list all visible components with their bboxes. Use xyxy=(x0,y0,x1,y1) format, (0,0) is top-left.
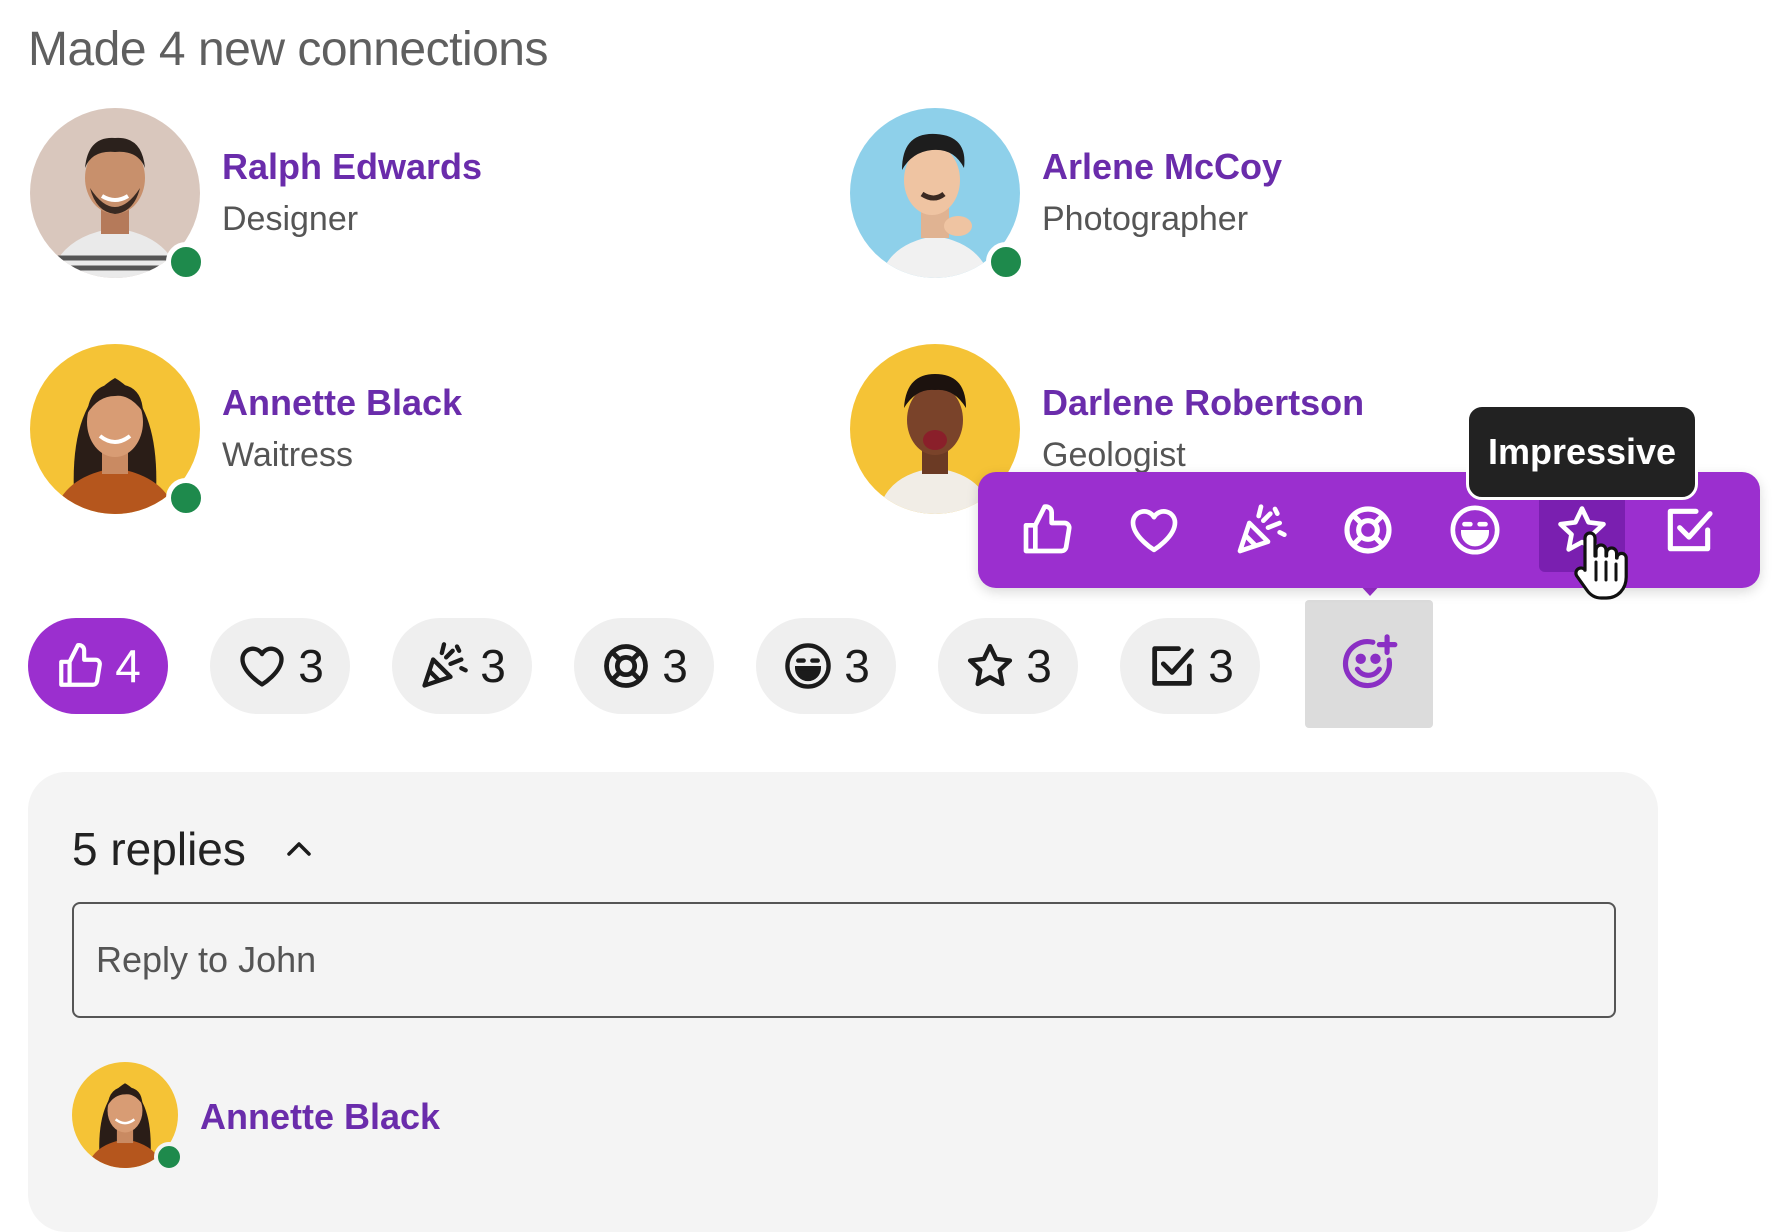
reaction-count: 3 xyxy=(662,640,688,692)
pick-checkbox[interactable] xyxy=(1646,488,1732,572)
avatar[interactable] xyxy=(30,108,206,282)
hand-cursor-icon xyxy=(1574,531,1628,600)
grinning-face-icon xyxy=(1450,505,1500,555)
online-status-dot xyxy=(166,478,206,518)
pick-lifebuoy[interactable] xyxy=(1325,488,1411,572)
connection-name[interactable]: Arlene McCoy xyxy=(1042,146,1282,188)
lifebuoy-icon xyxy=(1344,506,1392,554)
pick-grinning-face[interactable] xyxy=(1432,488,1518,572)
pick-heart[interactable] xyxy=(1111,488,1197,572)
connection-role: Designer xyxy=(222,200,359,238)
replies-panel: 5 replies Annette Black xyxy=(28,772,1658,1232)
replies-count-label: 5 replies xyxy=(72,823,246,875)
connection-role: Photographer xyxy=(1042,200,1249,238)
chevron-up-icon xyxy=(287,842,311,856)
connection-role: Waitress xyxy=(222,436,353,474)
reaction-chip-checkbox[interactable]: 3 xyxy=(1120,618,1260,714)
heart-icon xyxy=(1130,509,1178,553)
reaction-chip-grinning-face[interactable]: 3 xyxy=(756,618,896,714)
grinning-face-icon xyxy=(785,643,831,689)
reaction-count: 3 xyxy=(1026,640,1052,692)
reaction-chip-party-popper[interactable]: 3 xyxy=(392,618,532,714)
thumbs-up-icon xyxy=(1023,504,1072,554)
connection-card[interactable]: Ralph Edwards Designer xyxy=(30,108,630,282)
reaction-count: 4 xyxy=(115,640,141,692)
thumbs-up-icon xyxy=(59,643,103,687)
reaction-count: 3 xyxy=(480,640,506,692)
party-popper-icon xyxy=(1237,504,1287,554)
replies-toggle[interactable]: 5 replies xyxy=(72,822,314,876)
section-heading: Made 4 new connections xyxy=(28,23,549,76)
avatar[interactable] xyxy=(30,344,206,518)
pick-party-popper[interactable] xyxy=(1218,488,1304,572)
checkbox-icon xyxy=(1152,646,1195,686)
party-popper-icon xyxy=(422,642,469,688)
reaction-chip-thumbs-up[interactable]: 4 xyxy=(28,618,168,714)
reaction-count: 3 xyxy=(844,640,870,692)
reply-input[interactable] xyxy=(72,902,1616,1018)
connection-role: Geologist xyxy=(1042,436,1186,474)
connection-card[interactable]: Annette Black Waitress xyxy=(30,344,630,518)
connection-name[interactable]: Ralph Edwards xyxy=(222,146,482,188)
reaction-chip-lifebuoy[interactable]: 3 xyxy=(574,618,714,714)
reaction-tooltip: Impressive xyxy=(1466,404,1698,500)
lifebuoy-icon xyxy=(604,644,649,688)
add-emoji-icon xyxy=(1342,634,1398,689)
pick-thumbs-up[interactable] xyxy=(1004,488,1090,572)
reply-author-name[interactable]: Annette Black xyxy=(200,1096,440,1138)
checkbox-icon xyxy=(1667,508,1713,552)
heart-icon xyxy=(240,646,284,687)
star-icon xyxy=(968,643,1013,687)
connection-card[interactable]: Arlene McCoy Photographer xyxy=(850,108,1450,282)
connection-name[interactable]: Annette Black xyxy=(222,382,462,424)
reaction-chip-star[interactable]: 3 xyxy=(938,618,1078,714)
connection-name[interactable]: Darlene Robertson xyxy=(1042,382,1364,424)
avatar[interactable] xyxy=(850,108,1026,282)
online-status-dot xyxy=(166,242,206,282)
online-status-dot xyxy=(154,1142,184,1172)
reaction-count: 3 xyxy=(1208,640,1234,692)
online-status-dot xyxy=(986,242,1026,282)
reaction-chip-heart[interactable]: 3 xyxy=(210,618,350,714)
add-reaction-button[interactable] xyxy=(1305,600,1433,728)
reaction-count: 3 xyxy=(298,640,324,692)
